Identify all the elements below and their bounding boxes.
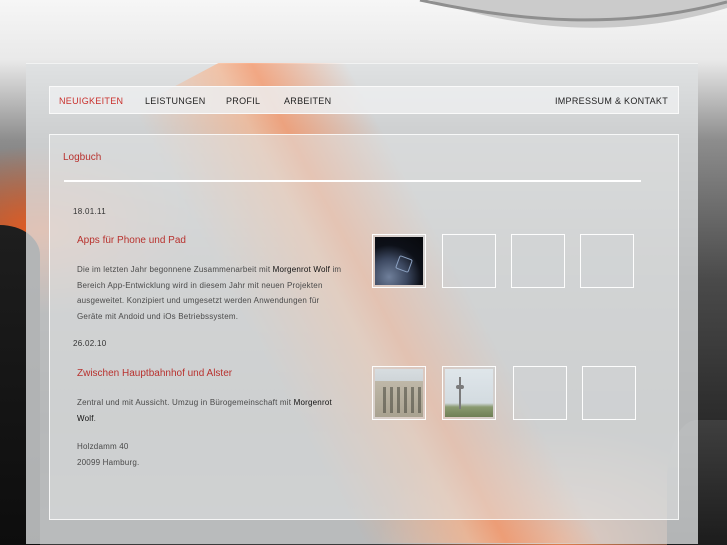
post-text: Zentral und mit Aussicht. Umzug in Bürog… [77,398,294,407]
thumbnail-empty [513,366,567,420]
post-date: 18.01.11 [73,207,106,216]
post-text: Die im letzten Jahr begonnene Zusammenar… [77,265,273,274]
nav-arbeiten[interactable]: ARBEITEN [284,96,331,106]
address-street: Holzdamm 40 [77,442,129,451]
tower-image [445,369,493,417]
thumbnail-empty [511,234,565,288]
header-swoosh [419,0,727,28]
thumbnail-building[interactable] [372,366,426,420]
nav-neuigkeiten[interactable]: NEUIGKEITEN [59,96,123,106]
address-city: 20099 Hamburg. [77,457,140,467]
building-image [375,369,423,417]
address: Holzdamm 40 20099 Hamburg. [77,439,347,470]
post-body: Die im letzten Jahr begonnene Zusammenar… [77,262,347,324]
section-heading: Logbuch [63,152,102,163]
post-title[interactable]: Apps für Phone und Pad [77,235,186,246]
thumbnail-phone[interactable] [372,234,426,288]
post-text: . [93,413,97,423]
divider [64,180,641,182]
thumbnail-empty [442,234,496,288]
partner-name: Morgenrot Wolf [272,265,331,274]
phone-image [375,237,423,285]
thumbnail-empty [582,366,636,420]
thumbnail-tower[interactable] [442,366,496,420]
post-body: Zentral und mit Aussicht. Umzug in Bürog… [77,395,347,426]
post-title[interactable]: Zwischen Hauptbahnhof und Alster [77,368,232,379]
nav-profil[interactable]: PROFIL [226,96,260,106]
post-date: 26.02.10 [73,339,107,348]
nav-impressum-kontakt[interactable]: IMPRESSUM & KONTAKT [555,96,668,106]
nav-leistungen[interactable]: LEISTUNGEN [145,96,206,106]
thumbnail-empty [580,234,634,288]
